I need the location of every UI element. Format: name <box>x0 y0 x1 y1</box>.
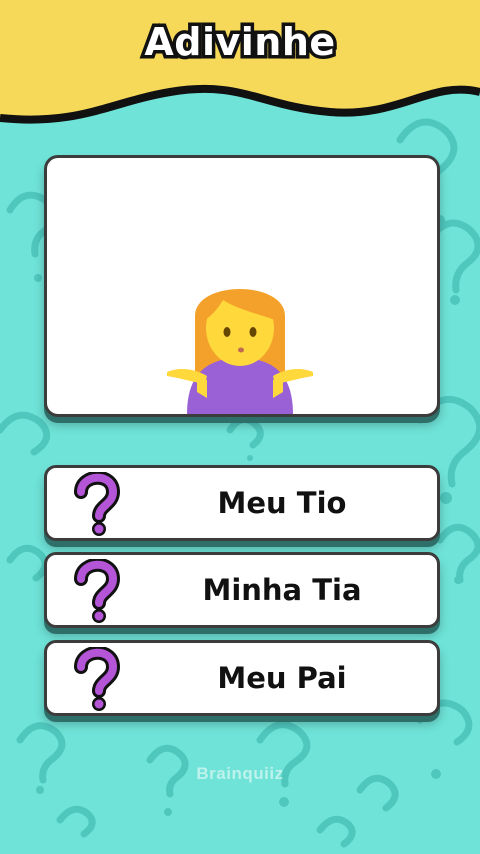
question-mark-icon <box>74 647 121 711</box>
answer-option-2[interactable]: Minha Tia <box>44 552 440 628</box>
page-title: Adivinhe <box>141 17 339 68</box>
question-mark-icon <box>74 559 121 623</box>
answer-option-label: Minha Tia <box>202 573 362 607</box>
woman-shrugging-icon <box>167 289 313 414</box>
answer-option-3[interactable]: Meu Pai <box>44 640 440 716</box>
question-image-card <box>44 155 440 417</box>
watermark: Brainquiiz <box>196 764 284 783</box>
question-mark-icon <box>74 472 121 536</box>
answer-option-label: Meu Tio <box>217 486 347 520</box>
answer-option-1[interactable]: Meu Tio <box>44 465 440 541</box>
answer-option-label: Meu Pai <box>217 661 347 695</box>
